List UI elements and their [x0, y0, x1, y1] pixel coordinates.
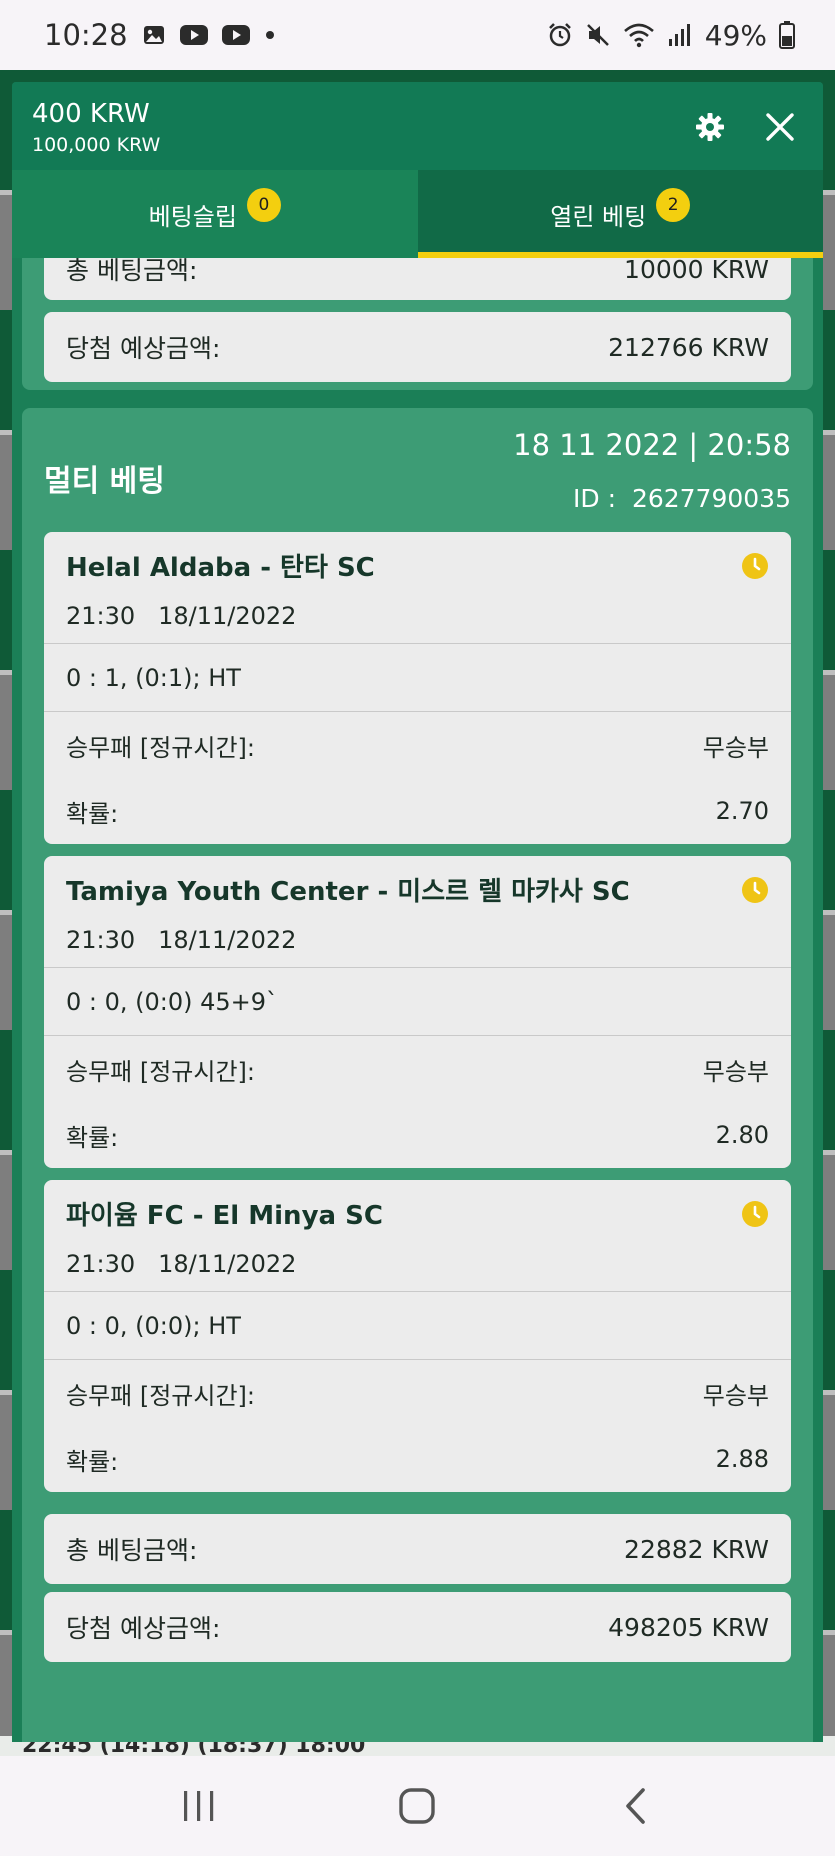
market-value: 무승부: [702, 1381, 769, 1410]
odds-value: 2.70: [715, 797, 769, 825]
event-card: Tamiya Youth Center - 미스르 렐 마카사 SC 21:30…: [44, 856, 791, 1168]
back-button[interactable]: [606, 1776, 666, 1836]
youtube-icon: [179, 24, 208, 46]
event-date: 18/11/2022: [158, 1250, 297, 1278]
tab-badge: 2: [656, 188, 691, 222]
signal-icon: [667, 23, 693, 47]
market-label: 승무패 [정규시간]:: [66, 1381, 256, 1410]
battery-percent: 49%: [704, 18, 767, 52]
event-card: 파이윰 FC - El Minya SC 21:30 18/11/2022 0 …: [44, 1180, 791, 1492]
tab-label: 열린 베팅: [550, 202, 647, 231]
market-label: 승무패 [정규시간]:: [66, 1057, 256, 1086]
recents-icon: [184, 1791, 214, 1821]
market-row: 승무패 [정규시간]: 무승부: [44, 712, 791, 778]
bet-card-multi: 멀티 베팅 18 11 2022 | 20:58 ID : 2627790035…: [22, 408, 813, 1742]
alarm-icon: [547, 22, 573, 48]
status-time: 10:28: [44, 18, 128, 52]
potential-win-label: 당첨 예상금액:: [66, 334, 221, 363]
event-name: Helal Aldaba - 탄타 SC: [66, 553, 375, 583]
event-name: Tamiya Youth Center - 미스르 렐 마카사 SC: [66, 877, 630, 907]
gallery-icon: [142, 23, 166, 47]
event-time: 21:30: [66, 1250, 136, 1278]
dot-icon: [264, 29, 276, 41]
bet-datetime: 18 11 2022 | 20:58: [513, 428, 791, 462]
recents-button[interactable]: [169, 1776, 229, 1836]
home-icon: [399, 1788, 436, 1824]
event-score: 0 : 0, (0:0) 45+9`: [44, 968, 791, 1036]
event-score: 0 : 0, (0:0); HT: [44, 1292, 791, 1360]
status-right: 49%: [547, 19, 795, 52]
event-date: 18/11/2022: [158, 602, 297, 630]
total-stake-label: 총 베팅금액:: [66, 258, 198, 285]
total-stake-value: 10000 KRW: [624, 258, 769, 284]
odds-value: 2.80: [715, 1121, 769, 1149]
market-row: 승무패 [정규시간]: 무승부: [44, 1036, 791, 1102]
mute-icon: [585, 22, 611, 48]
home-button[interactable]: [387, 1776, 447, 1836]
event-name: 파이윰 FC - El Minya SC: [66, 1201, 383, 1231]
close-button[interactable]: [757, 104, 803, 150]
potential-win-value: 498205 KRW: [608, 1612, 769, 1642]
tab-label: 베팅슬립: [148, 202, 237, 231]
total-stake-value: 22882 KRW: [624, 1534, 769, 1564]
back-icon: [626, 1788, 645, 1824]
bet-id-value: 2627790035: [631, 484, 791, 513]
potential-win-label: 당첨 예상금액:: [66, 1614, 221, 1643]
market-value: 무승부: [702, 1057, 769, 1086]
event-header: Helal Aldaba - 탄타 SC 21:30 18/11/2022: [44, 532, 791, 644]
modal-header: 400 KRW 100,000 KRW: [12, 82, 823, 170]
battery-icon: [779, 21, 795, 49]
settings-button[interactable]: [687, 104, 733, 150]
event-date: 18/11/2022: [158, 926, 297, 954]
market-value: 무승부: [702, 733, 769, 762]
event-time: 21:30: [66, 926, 136, 954]
event-start: 21:30 18/11/2022: [66, 598, 769, 634]
event-header: Tamiya Youth Center - 미스르 렐 마카사 SC 21:30…: [44, 856, 791, 968]
status-bar: 10:28 49%: [0, 0, 835, 70]
gear-icon: [696, 113, 724, 141]
total-stake-row: 총 베팅금액: 22882 KRW: [44, 1514, 791, 1584]
odds-value: 2.88: [715, 1445, 769, 1473]
total-stake-label: 총 베팅금액:: [66, 1536, 198, 1565]
odds-label: 확률:: [66, 799, 119, 828]
event-header: 파이윰 FC - El Minya SC 21:30 18/11/2022: [44, 1180, 791, 1292]
tab-betslip[interactable]: 베팅슬립 0: [12, 170, 418, 258]
potential-win-value: 212766 KRW: [608, 332, 769, 362]
open-bets-list[interactable]: 총 베팅금액: 10000 KRW 당첨 예상금액: 212766 KRW 멀티…: [12, 258, 823, 1742]
event-start: 21:30 18/11/2022: [66, 922, 769, 958]
betslip-tabs: 베팅슬립 0 열린 베팅 2: [12, 170, 823, 258]
bet-id: ID : 2627790035: [573, 484, 791, 513]
odds-row: 확률: 2.70: [44, 778, 791, 844]
odds-label: 확률:: [66, 1447, 119, 1476]
event-score: 0 : 1, (0:1); HT: [44, 644, 791, 712]
tab-open-bets[interactable]: 열린 베팅 2: [417, 170, 823, 258]
market-label: 승무패 [정규시간]:: [66, 733, 256, 762]
wifi-icon: [623, 22, 655, 48]
potential-win-row: 당첨 예상금액: 498205 KRW: [44, 1592, 791, 1662]
clock-icon: [742, 553, 768, 579]
event-time: 21:30: [66, 602, 136, 630]
bet-card-previous: 총 베팅금액: 10000 KRW 당첨 예상금액: 212766 KRW: [22, 258, 813, 390]
clock-icon: [742, 1201, 768, 1227]
status-left: 10:28: [44, 18, 276, 52]
event-start: 21:30 18/11/2022: [66, 1246, 769, 1282]
event-card: Helal Aldaba - 탄타 SC 21:30 18/11/2022 0 …: [44, 532, 791, 844]
odds-row: 확률: 2.88: [44, 1426, 791, 1492]
odds-label: 확률:: [66, 1123, 119, 1152]
betslip-modal: 400 KRW 100,000 KRW 베팅슬립 0 열린 베팅 2 총 베팅금…: [12, 82, 823, 1742]
clock-icon: [742, 877, 768, 903]
market-row: 승무패 [정규시간]: 무승부: [44, 1360, 791, 1426]
bet-id-label: ID :: [573, 484, 617, 513]
youtube-icon: [221, 24, 250, 46]
bet-type-title: 멀티 베팅: [44, 464, 165, 499]
close-icon: [766, 113, 794, 141]
total-stake-row: 총 베팅금액: 10000 KRW: [44, 258, 791, 300]
potential-win-row: 당첨 예상금액: 212766 KRW: [44, 312, 791, 382]
odds-row: 확률: 2.80: [44, 1102, 791, 1168]
tab-badge: 0: [246, 188, 281, 222]
navigation-bar: [0, 1756, 835, 1856]
